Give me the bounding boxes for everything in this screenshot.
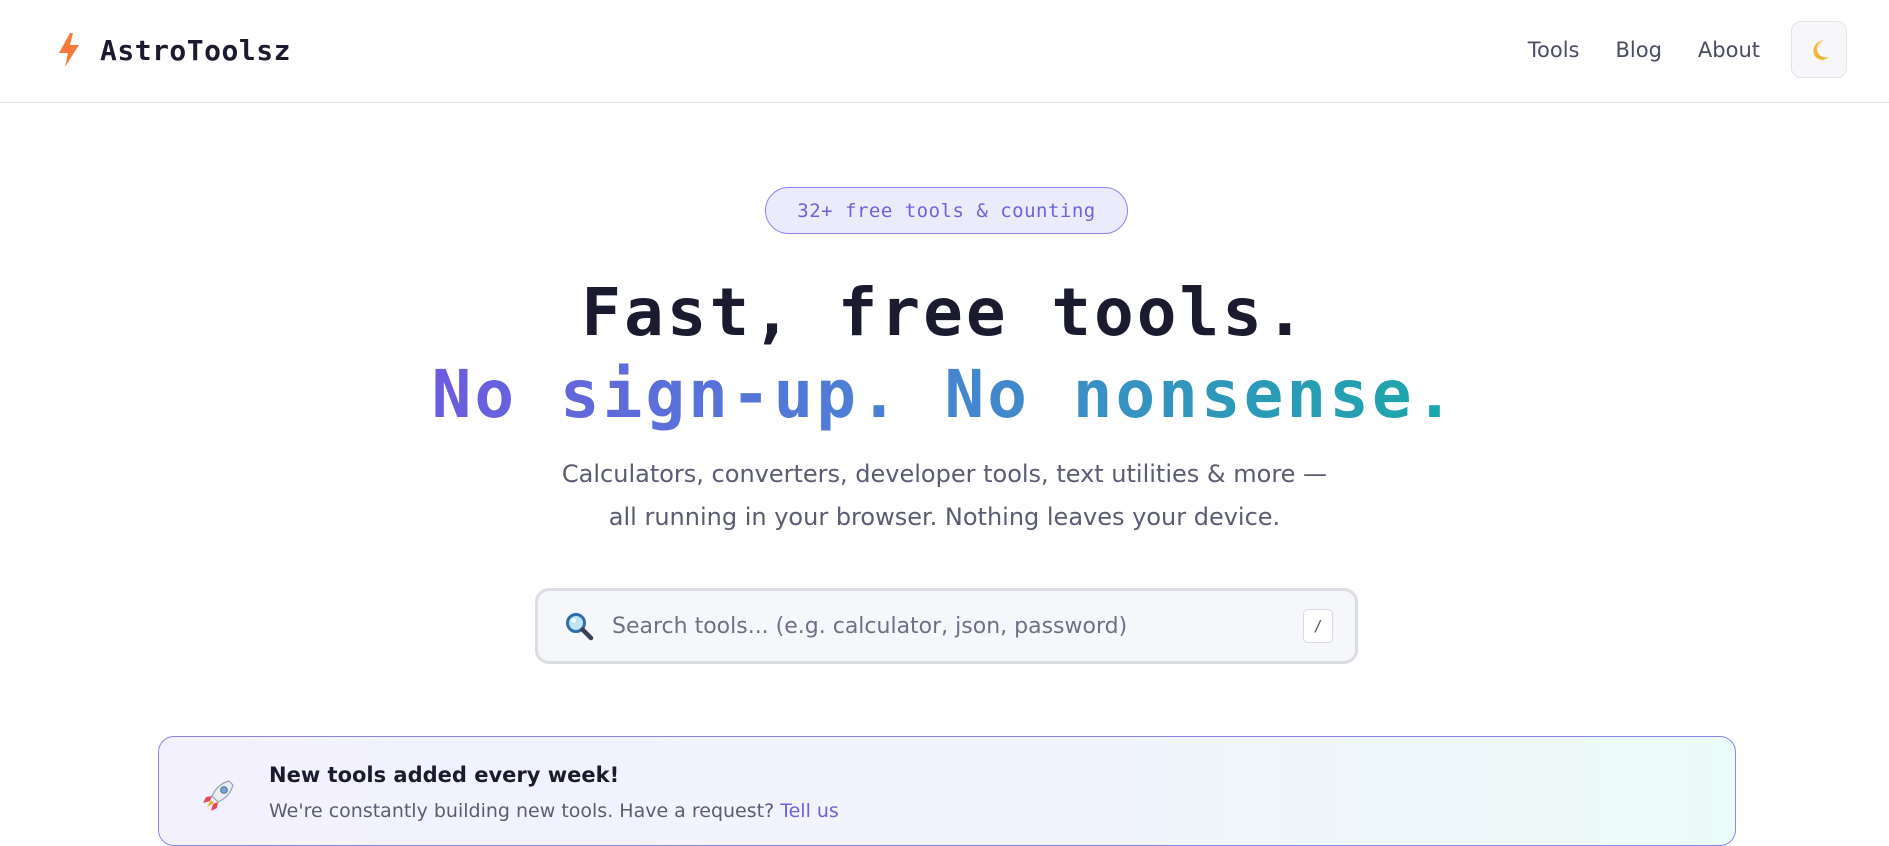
tools-count-badge: 32+ free tools & counting <box>765 187 1128 234</box>
theme-toggle-button[interactable] <box>1791 21 1847 78</box>
banner-description: We're constantly building new tools. Hav… <box>269 800 775 822</box>
nav-link-blog[interactable]: Blog <box>1615 38 1661 62</box>
hero-subtitle: Calculators, converters, developer tools… <box>0 453 1889 539</box>
hero-subtitle-line1: Calculators, converters, developer tools… <box>561 460 1328 488</box>
hero-title-line1: Fast, free tools. <box>581 274 1308 351</box>
rocket-icon <box>203 780 234 811</box>
brand-logo[interactable]: AstroToolsz <box>56 30 291 70</box>
hero-title-line2: No sign-up. No nonsense. <box>0 350 1889 440</box>
search-box[interactable]: / <box>535 588 1358 664</box>
brand-name: AstroToolsz <box>100 33 291 67</box>
search-icon <box>566 613 594 641</box>
site-header: AstroToolsz Tools Blog About <box>0 0 1889 103</box>
search-shortcut-key: / <box>1303 609 1333 643</box>
banner-request-link[interactable]: Tell us <box>780 800 839 822</box>
banner-title: New tools added every week! <box>269 763 620 787</box>
main-nav: Tools Blog About <box>1528 21 1847 78</box>
hero-title-gradient-text: No sign-up. No nonsense. <box>431 356 1458 433</box>
announcement-banner: New tools added every week! We're consta… <box>158 736 1736 846</box>
nav-link-tools[interactable]: Tools <box>1528 38 1580 62</box>
search-input[interactable] <box>612 613 1303 639</box>
nav-link-about[interactable]: About <box>1698 38 1760 62</box>
banner-text: We're constantly building new tools. Hav… <box>269 800 839 822</box>
moon-icon <box>1813 39 1829 60</box>
hero-subtitle-line2: all running in your browser. Nothing lea… <box>608 503 1281 531</box>
lightning-bolt-icon <box>59 33 79 67</box>
